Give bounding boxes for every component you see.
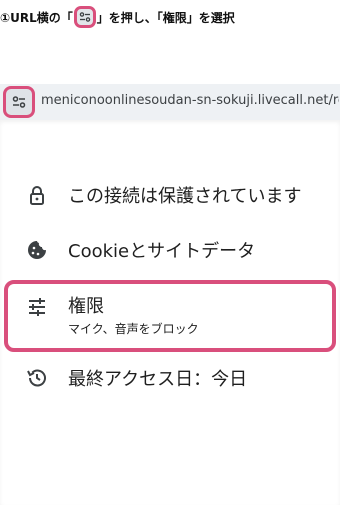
- instruction-prefix: ①URL横の「: [0, 10, 73, 25]
- menu-item-last-visit[interactable]: 最終アクセス日：今日: [0, 363, 340, 393]
- menu-item-sublabel: マイク、音声をブロック: [68, 322, 199, 336]
- menu-item-label: 最終アクセス日：今日: [68, 369, 248, 390]
- menu-item-label: 権限: [68, 296, 104, 317]
- site-info-chip-icon: [73, 6, 96, 28]
- instruction-text: ①URL横の「 」を押し、「権限」を選択: [0, 4, 340, 30]
- site-info-panel: この接続は保護されています Cookieとサイトデータ 権限 マイク、音声をブロ…: [0, 120, 340, 505]
- history-icon: [27, 369, 46, 387]
- menu-item-label: この接続は保護されています: [68, 186, 302, 207]
- address-bar: meniconoonlinesoudan-sn-sokuji.livecall.…: [0, 84, 340, 120]
- menu-item-label: Cookieとサイトデータ: [68, 241, 256, 262]
- site-info-button[interactable]: [3, 86, 35, 118]
- tune-icon: [29, 298, 45, 316]
- menu-item-permissions[interactable]: 権限 マイク、音声をブロック: [0, 288, 340, 344]
- menu-item-connection-secure[interactable]: この接続は保護されています: [0, 180, 340, 210]
- menu-item-cookies[interactable]: Cookieとサイトデータ: [0, 235, 340, 265]
- cookie-icon: [28, 241, 46, 259]
- lock-icon: [30, 186, 44, 205]
- instruction-suffix: 」を押し、「権限」を選択: [96, 10, 235, 25]
- tune-icon: [12, 96, 26, 108]
- tune-icon: [79, 12, 91, 22]
- url-text[interactable]: meniconoonlinesoudan-sn-sokuji.livecall.…: [41, 93, 339, 108]
